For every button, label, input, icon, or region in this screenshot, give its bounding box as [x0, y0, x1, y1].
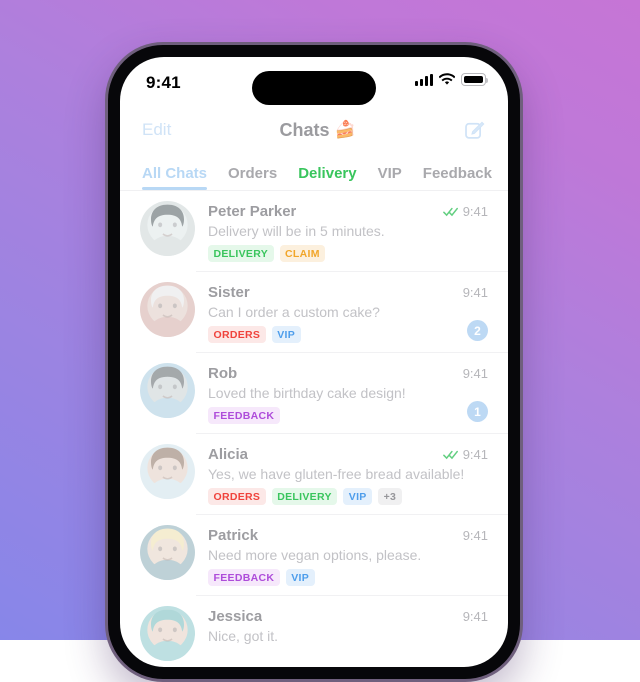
chat-timestamp: 9:41: [463, 204, 488, 219]
chat-timestamp: 9:41: [463, 285, 488, 300]
chat-item-meta: 9:41: [435, 447, 488, 462]
unread-count-badge: 2: [467, 320, 488, 341]
tab-all-chats[interactable]: All Chats: [142, 165, 207, 190]
filter-tab-bar[interactable]: All ChatsOrdersDeliveryVIPFeedbackE: [120, 153, 508, 191]
chat-tag[interactable]: FEEDBACK: [208, 569, 280, 586]
status-bar-indicators: [415, 73, 486, 86]
chat-list-item[interactable]: Rob 9:41 Loved the birthday cake design!…: [120, 353, 508, 434]
chat-list-item[interactable]: Jessica 9:41 Nice, got it.: [120, 596, 508, 667]
chat-tag[interactable]: DELIVERY: [208, 245, 274, 262]
status-bar-clock: 9:41: [146, 73, 181, 93]
phone-device-frame: 9:41 Edit Chats: [105, 42, 523, 682]
avatar[interactable]: [140, 201, 195, 256]
unread-count-badge: 1: [467, 401, 488, 422]
avatar[interactable]: [140, 282, 195, 337]
chat-item-body: Jessica 9:41 Nice, got it.: [208, 606, 488, 644]
chat-contact-name: Rob: [208, 365, 237, 382]
chat-message-preview: Need more vegan options, please.: [208, 547, 488, 563]
chat-tag[interactable]: FEEDBACK: [208, 407, 280, 424]
chat-item-header: Jessica 9:41: [208, 608, 488, 625]
phone-screen: 9:41 Edit Chats: [120, 57, 508, 667]
chat-message-preview: Delivery will be in 5 minutes.: [208, 223, 488, 239]
chat-timestamp: 9:41: [463, 366, 488, 381]
chat-item-meta: 9:41: [455, 366, 488, 381]
chat-item-body: Sister 9:41 Can I order a custom cake? O…: [208, 282, 488, 343]
cake-emoji-icon: 🍰: [335, 120, 356, 140]
tab-feedback[interactable]: Feedback: [423, 165, 492, 190]
chat-item-body: Rob 9:41 Loved the birthday cake design!…: [208, 363, 488, 424]
chat-tag-group: FEEDBACK: [208, 407, 488, 424]
read-receipt-icon: [443, 449, 459, 460]
chat-item-meta: 9:41: [455, 609, 488, 624]
chat-tag[interactable]: +3: [378, 488, 402, 505]
chat-list-item[interactable]: Patrick 9:41 Need more vegan options, pl…: [120, 515, 508, 596]
phone-bezel: 9:41 Edit Chats: [108, 45, 520, 679]
chat-contact-name: Sister: [208, 284, 250, 301]
chat-tag[interactable]: VIP: [272, 326, 301, 343]
chat-tag[interactable]: ORDERS: [208, 326, 266, 343]
chat-timestamp: 9:41: [463, 528, 488, 543]
chat-item-header: Rob 9:41: [208, 365, 488, 382]
chat-tag[interactable]: ORDERS: [208, 488, 266, 505]
chat-item-body: Alicia 9:41 Yes, we have gluten-free bre…: [208, 444, 488, 505]
chat-tag[interactable]: CLAIM: [280, 245, 326, 262]
tab-orders[interactable]: Orders: [228, 165, 277, 190]
chat-tag[interactable]: VIP: [286, 569, 315, 586]
chat-tag-group: FEEDBACK VIP: [208, 569, 488, 586]
chat-tag-group: ORDERS DELIVERY VIP +3: [208, 488, 488, 505]
chat-item-body: Peter Parker 9:41 Delivery will be in 5 …: [208, 201, 488, 262]
chat-item-header: Patrick 9:41: [208, 527, 488, 544]
navigation-bar: Edit Chats 🍰: [120, 107, 508, 153]
avatar[interactable]: [140, 444, 195, 499]
page-title: Chats 🍰: [280, 120, 356, 141]
chat-message-preview: Yes, we have gluten-free bread available…: [208, 466, 488, 482]
chat-tag-group: DELIVERY CLAIM: [208, 245, 488, 262]
chat-item-header: Alicia 9:41: [208, 446, 488, 463]
avatar[interactable]: [140, 606, 195, 661]
chat-tag[interactable]: DELIVERY: [272, 488, 338, 505]
chat-message-preview: Nice, got it.: [208, 628, 488, 644]
chat-contact-name: Alicia: [208, 446, 248, 463]
chat-tag-group: ORDERS VIP: [208, 326, 488, 343]
avatar[interactable]: [140, 363, 195, 418]
chat-contact-name: Patrick: [208, 527, 258, 544]
chat-contact-name: Peter Parker: [208, 203, 296, 220]
chat-contact-name: Jessica: [208, 608, 262, 625]
chat-item-meta: 9:41: [435, 204, 488, 219]
chat-item-header: Sister 9:41: [208, 284, 488, 301]
battery-icon: [461, 73, 486, 86]
chat-item-meta: 9:41: [455, 285, 488, 300]
page-title-text: Chats: [280, 120, 330, 141]
chat-timestamp: 9:41: [463, 447, 488, 462]
chat-message-preview: Loved the birthday cake design!: [208, 385, 488, 401]
chat-list-item[interactable]: Peter Parker 9:41 Delivery will be in 5 …: [120, 191, 508, 272]
chat-list-item[interactable]: Sister 9:41 Can I order a custom cake? O…: [120, 272, 508, 353]
tab-vip[interactable]: VIP: [378, 165, 402, 190]
dynamic-island: [252, 71, 376, 105]
avatar[interactable]: [140, 525, 195, 580]
edit-button[interactable]: Edit: [142, 120, 171, 140]
read-receipt-icon: [443, 206, 459, 217]
tab-delivery[interactable]: Delivery: [298, 165, 356, 190]
chat-item-header: Peter Parker 9:41: [208, 203, 488, 220]
chat-item-body: Patrick 9:41 Need more vegan options, pl…: [208, 525, 488, 586]
chat-list[interactable]: Peter Parker 9:41 Delivery will be in 5 …: [120, 191, 508, 667]
wifi-icon: [439, 73, 455, 86]
compose-icon[interactable]: [464, 119, 486, 141]
chat-tag[interactable]: VIP: [343, 488, 372, 505]
chat-item-meta: 9:41: [455, 528, 488, 543]
cellular-signal-icon: [415, 73, 433, 86]
status-bar: 9:41: [120, 57, 508, 107]
chat-list-item[interactable]: Alicia 9:41 Yes, we have gluten-free bre…: [120, 434, 508, 515]
chat-message-preview: Can I order a custom cake?: [208, 304, 488, 320]
chat-timestamp: 9:41: [463, 609, 488, 624]
